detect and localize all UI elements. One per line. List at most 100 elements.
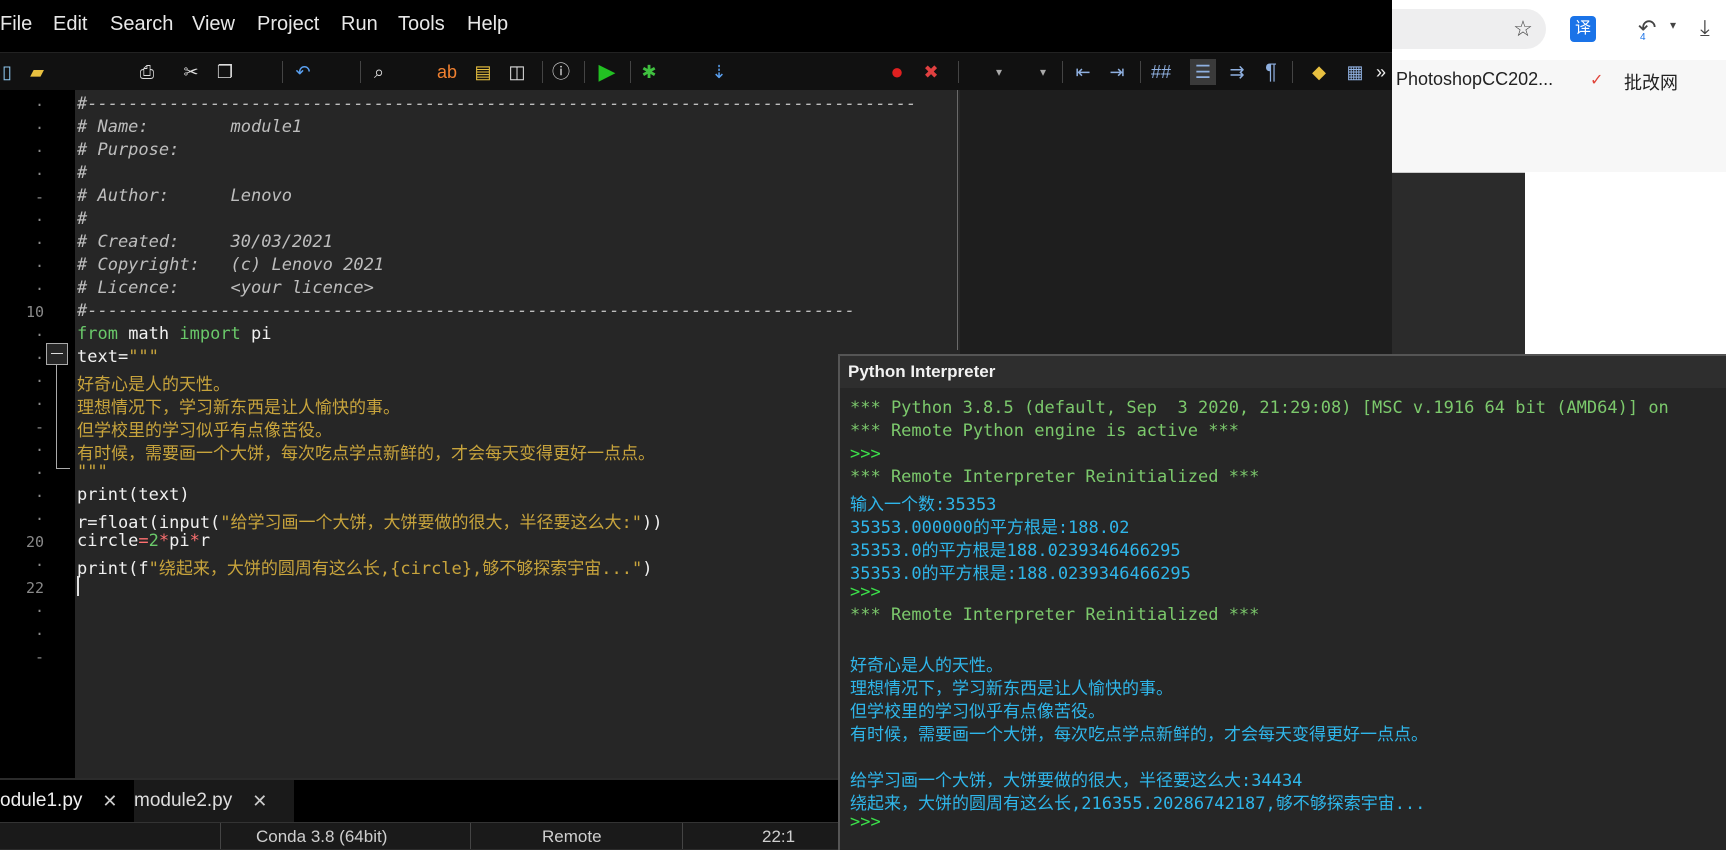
code-line[interactable]: 有时候，需要画一个大饼，每次吃点学点新鲜的，才会每天变得更好一点点。 bbox=[77, 439, 655, 464]
code-line[interactable]: # Name: module1 bbox=[77, 117, 302, 137]
new-file-icon[interactable]: ▯ bbox=[0, 59, 20, 85]
code-line[interactable]: print(f"绕起来，大饼的圆周有这么长,{circle},够不够探索宇宙..… bbox=[77, 554, 652, 579]
line-number: - bbox=[34, 648, 44, 666]
code-line[interactable]: #---------------------------------------… bbox=[77, 301, 855, 321]
code-line[interactable]: """ bbox=[77, 462, 108, 482]
breakpoint-icon[interactable]: ● bbox=[884, 59, 910, 85]
line-number: · bbox=[34, 257, 44, 275]
line-number: · bbox=[34, 602, 44, 620]
star-icon[interactable]: ☆ bbox=[1510, 16, 1536, 42]
step-into-icon[interactable]: ⇣ bbox=[706, 59, 732, 85]
editor-empty-area bbox=[960, 90, 1392, 356]
menu-help[interactable]: Help bbox=[467, 13, 508, 36]
run-icon[interactable]: ▶ bbox=[594, 59, 620, 85]
undo-badge: 4 bbox=[1640, 32, 1646, 43]
status-mode: Remote bbox=[542, 827, 602, 846]
line-number: · bbox=[34, 142, 44, 160]
code-line[interactable]: r=float(input("给学习画一个大饼，大饼要做的很大，半径要这么大:"… bbox=[77, 508, 663, 533]
code-line[interactable]: 理想情况下，学习新东西是让人愉快的事。 bbox=[77, 393, 400, 418]
line-number: · bbox=[34, 211, 44, 229]
line-number: · bbox=[34, 165, 44, 183]
code-line[interactable]: # Author: Lenovo bbox=[77, 186, 292, 206]
interpreter-line: 输入一个数:35353 bbox=[850, 495, 997, 515]
fold-toggle[interactable] bbox=[46, 343, 68, 365]
comment-icon[interactable]: ## bbox=[1148, 59, 1174, 85]
code-line[interactable]: # Purpose: bbox=[77, 140, 179, 160]
interpreter-line: *** Python 3.8.5 (default, Sep 3 2020, 2… bbox=[850, 398, 1669, 418]
code-line[interactable]: text=""" bbox=[77, 347, 159, 367]
interpreter-line: 35353.000000的平方根是:188.02 bbox=[850, 518, 1130, 538]
menu-file[interactable]: File bbox=[0, 13, 32, 36]
code-line[interactable]: 但学校里的学习似乎有点像苦役。 bbox=[77, 416, 332, 441]
word-wrap-icon[interactable]: ⇉ bbox=[1224, 59, 1250, 85]
find-in-files-icon[interactable]: ▤ bbox=[470, 59, 496, 85]
tab-label: odule1.py bbox=[0, 790, 83, 811]
clear-breakpoints-icon[interactable]: ✖ bbox=[918, 59, 944, 85]
interpreter-title: Python Interpreter bbox=[848, 362, 996, 381]
replace-icon[interactable]: ab bbox=[434, 59, 460, 85]
code-line[interactable]: 好奇心是人的天性。 bbox=[77, 370, 230, 395]
status-position: 22:1 bbox=[762, 827, 796, 846]
screenshot-icon[interactable]: ◫ bbox=[504, 59, 530, 85]
tab-module2[interactable]: module2.py ✕ bbox=[134, 780, 294, 822]
line-number: · bbox=[34, 395, 44, 413]
find-icon[interactable]: ⌕ bbox=[366, 59, 392, 85]
text-cursor bbox=[77, 576, 79, 596]
menu-run[interactable]: Run bbox=[341, 13, 378, 36]
more-icon[interactable]: » bbox=[1368, 59, 1394, 85]
interpreter-line: 好奇心是人的天性。 bbox=[850, 656, 1003, 676]
code-line[interactable]: from math import pi bbox=[77, 324, 272, 344]
tab-module1[interactable]: odule1.py ✕ bbox=[0, 780, 134, 822]
info-icon[interactable]: ⓘ bbox=[548, 59, 574, 85]
chevron-down-icon[interactable]: ▾ bbox=[1030, 59, 1056, 85]
status-interpreter: Conda 3.8 (64bit) bbox=[256, 827, 388, 846]
window-icon[interactable]: ▦ bbox=[1342, 59, 1368, 85]
paragraph-icon[interactable]: ¶ bbox=[1258, 59, 1284, 85]
line-number: 20 bbox=[25, 533, 44, 551]
interpreter-line: >>> bbox=[850, 444, 881, 464]
unindent-icon[interactable]: ⇥ bbox=[1104, 59, 1130, 85]
close-icon[interactable]: ✕ bbox=[252, 791, 267, 812]
menu-project[interactable]: Project bbox=[257, 13, 319, 36]
download-icon[interactable]: ⤓ bbox=[1700, 14, 1724, 42]
tab-label: module2.py bbox=[134, 790, 233, 811]
chevron-down-icon[interactable]: ▾ bbox=[1670, 18, 1676, 32]
line-number: - bbox=[34, 418, 44, 436]
debug-icon[interactable]: ✱ bbox=[636, 59, 662, 85]
undo-icon[interactable]: ↶ bbox=[290, 59, 316, 85]
code-line[interactable]: # Licence: <your licence> bbox=[77, 278, 374, 298]
code-line[interactable]: # bbox=[77, 209, 87, 229]
indent-icon[interactable]: ⇤ bbox=[1070, 59, 1096, 85]
line-number: · bbox=[34, 510, 44, 528]
bookmark-pigai[interactable]: 批改网 bbox=[1624, 69, 1678, 95]
interpreter-line: >>> bbox=[850, 812, 881, 832]
code-line[interactable]: #---------------------------------------… bbox=[77, 94, 916, 114]
line-number: · bbox=[34, 464, 44, 482]
code-line[interactable]: # Created: 30/03/2021 bbox=[77, 232, 333, 252]
open-folder-icon[interactable]: ▰ bbox=[24, 59, 50, 85]
close-icon[interactable]: ✕ bbox=[102, 791, 117, 812]
menu-search[interactable]: Search bbox=[110, 13, 173, 36]
line-number: · bbox=[34, 326, 44, 344]
translate-icon[interactable]: 译 bbox=[1570, 16, 1596, 42]
fold-toggle-minus bbox=[51, 353, 63, 354]
code-line[interactable]: print(text) bbox=[77, 485, 190, 505]
line-number: · bbox=[34, 280, 44, 298]
code-line[interactable]: circle=2*pi*r bbox=[77, 531, 210, 551]
code-line[interactable]: # Copyright: (c) Lenovo 2021 bbox=[77, 255, 384, 275]
browser-content bbox=[1525, 172, 1726, 356]
interpreter-titlebar[interactable]: Python Interpreter bbox=[840, 356, 1726, 388]
interpreter-line: *** Remote Interpreter Reinitialized *** bbox=[850, 467, 1260, 487]
menu-edit[interactable]: Edit bbox=[53, 13, 87, 36]
cut-icon[interactable]: ✂ bbox=[178, 59, 204, 85]
line-number: · bbox=[34, 372, 44, 390]
print-icon[interactable]: ⎙ bbox=[134, 59, 160, 85]
copy-icon[interactable]: ❐ bbox=[212, 59, 238, 85]
menu-tools[interactable]: Tools bbox=[398, 13, 445, 36]
menu-view[interactable]: View bbox=[192, 13, 235, 36]
code-line[interactable]: # bbox=[77, 163, 87, 183]
bookmark-photoshop[interactable]: PhotoshopCC202... bbox=[1396, 69, 1553, 90]
line-numbers-icon[interactable]: ☰ bbox=[1190, 59, 1216, 85]
chevron-down-icon[interactable]: ▾ bbox=[986, 59, 1012, 85]
python-icon[interactable]: ◆ bbox=[1306, 59, 1332, 85]
